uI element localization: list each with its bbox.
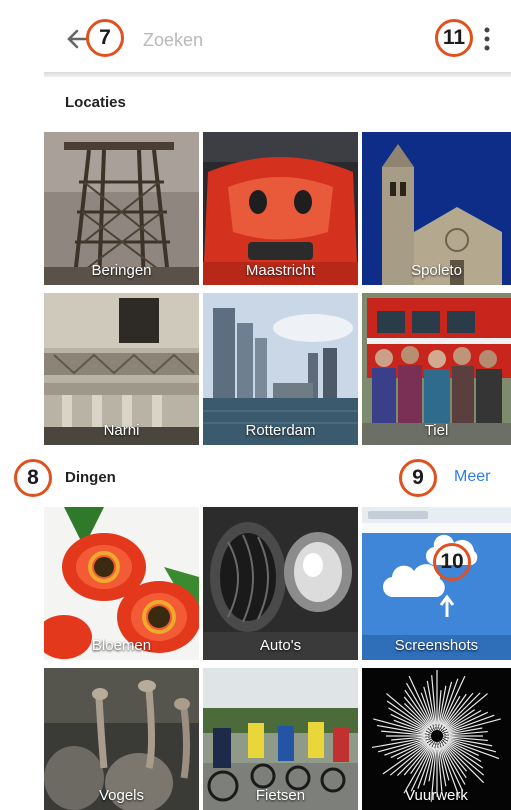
more-vert-icon[interactable] — [482, 26, 492, 52]
location-label: Rotterdam — [245, 422, 316, 439]
thing-label: Auto's — [259, 637, 302, 654]
thing-label: Bloemen — [91, 637, 152, 654]
search-input[interactable]: Zoeken — [143, 30, 203, 51]
location-tile-spoleto[interactable]: Spoleto — [362, 132, 511, 285]
section-title-things: Dingen — [65, 469, 116, 486]
location-tile-narni[interactable]: Narni — [44, 293, 199, 445]
thing-tile-vogels[interactable]: Vogels — [44, 668, 199, 810]
location-label: Maastricht — [245, 262, 316, 279]
search-bar: 7 Zoeken 11 — [0, 0, 511, 74]
thing-tile-bloemen[interactable]: Bloemen — [44, 507, 199, 660]
thing-label: Vuurwerk — [405, 787, 468, 804]
marker-10: 10 — [433, 543, 471, 581]
location-label: Spoleto — [411, 262, 462, 279]
thing-label: Fietsen — [255, 787, 306, 804]
thing-tile-vuurwerk[interactable]: Vuurwerk — [362, 668, 511, 810]
thing-label: Vogels — [98, 787, 145, 804]
marker-9: 9 — [399, 459, 437, 497]
thing-label: Screenshots — [394, 637, 479, 654]
location-tile-tiel[interactable]: Tiel — [362, 293, 511, 445]
location-label: Beringen — [91, 262, 152, 279]
more-link[interactable]: Meer — [454, 468, 490, 486]
thing-tile-fietsen[interactable]: Fietsen — [203, 668, 358, 810]
thing-tile-autos[interactable]: Auto's — [203, 507, 358, 660]
location-tile-beringen[interactable]: Beringen — [44, 132, 199, 285]
location-label: Narni — [103, 422, 140, 439]
marker-7: 7 — [86, 19, 124, 57]
section-title-locations: Locaties — [65, 94, 126, 111]
marker-11: 11 — [435, 19, 473, 57]
location-label: Tiel — [424, 422, 449, 439]
marker-8: 8 — [14, 459, 52, 497]
location-tile-maastricht[interactable]: Maastricht — [203, 132, 358, 285]
thing-tile-screenshots[interactable]: 10 Screenshots — [362, 507, 511, 660]
header-divider — [44, 72, 511, 77]
location-tile-rotterdam[interactable]: Rotterdam — [203, 293, 358, 445]
